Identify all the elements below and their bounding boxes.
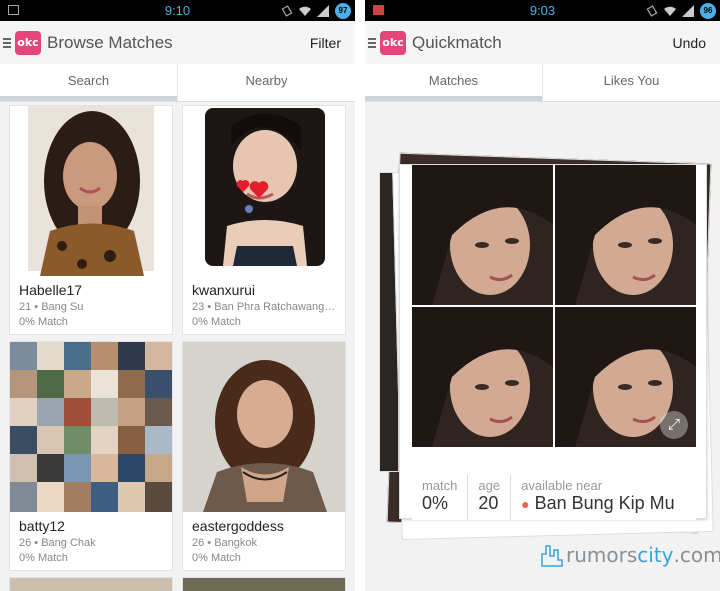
profile-photo-collage — [10, 342, 172, 512]
match-card[interactable] — [182, 577, 346, 591]
filter-button[interactable]: Filter — [310, 35, 341, 51]
expand-icon[interactable]: ⤢ — [660, 411, 688, 439]
profile-photo — [183, 106, 345, 276]
tab-nearby[interactable]: Nearby — [178, 64, 355, 101]
age-stat: age 20 — [468, 475, 512, 520]
page-title: Quickmatch — [412, 32, 502, 52]
signal-icon — [317, 5, 329, 17]
profile-photo — [412, 165, 553, 305]
browse-matches-screen: 9:10 97 okc Browse Matches Filter Search… — [0, 0, 355, 591]
profile-photo — [183, 342, 345, 512]
profile-photo: ⤢ — [555, 307, 696, 447]
match-percent: 0% Match — [192, 552, 241, 564]
city-icon — [541, 545, 563, 567]
location-pin-icon: ● — [521, 496, 530, 512]
match-value: 0% — [422, 493, 449, 513]
near-label: available near — [521, 478, 603, 493]
battery-icon: 97 — [335, 3, 351, 19]
menu-icon[interactable] — [368, 37, 376, 48]
quickmatch-card[interactable]: ⤢ match 0% age 20 available near ● Ban B… — [399, 164, 707, 520]
age-location: 26 • Bang Chak — [19, 537, 96, 549]
wifi-icon — [664, 6, 676, 16]
profile-photo — [10, 106, 172, 276]
status-bar: 9:03 96 — [365, 0, 720, 21]
near-value: Ban Bung Kip Mu — [534, 493, 675, 513]
location-stat: available near ● Ban Bung Kip Mu — [511, 475, 685, 520]
age-location: 23 • Ban Phra Ratchawang ... — [192, 301, 337, 313]
tab-matches[interactable]: Matches — [365, 64, 543, 101]
username: eastergoddess — [192, 518, 284, 534]
quickmatch-screen: 9:03 96 okc Quickmatch Undo Matches Like… — [365, 0, 720, 591]
watermark-text-b: city — [637, 543, 674, 567]
match-percent: 0% Match — [19, 316, 68, 328]
username: kwanxurui — [192, 282, 256, 298]
rotate-icon — [281, 5, 293, 17]
match-percent: 0% Match — [19, 552, 68, 564]
match-card[interactable]: batty12 26 • Bang Chak 0% Match — [9, 341, 173, 571]
undo-button[interactable]: Undo — [673, 35, 706, 51]
status-bar: 9:10 97 — [0, 0, 355, 21]
okc-logo[interactable]: okc — [380, 30, 406, 55]
tab-bar: Search Nearby — [0, 64, 355, 102]
match-card[interactable]: kwanxurui 23 • Ban Phra Ratchawang ... 0… — [182, 105, 346, 335]
app-bar: okc Browse Matches Filter — [0, 21, 355, 64]
quickmatch-card-stack: ⤢ match 0% age 20 available near ● Ban B… — [379, 152, 714, 541]
profile-photo-grid: ⤢ — [412, 165, 696, 447]
age-label: age — [478, 478, 501, 493]
watermark-text-a: rumors — [566, 543, 638, 567]
divider — [355, 0, 365, 591]
username: Habelle17 — [19, 282, 83, 298]
match-percent: 0% Match — [192, 316, 241, 328]
status-icons: 96 — [646, 3, 716, 19]
status-icons: 97 — [281, 3, 351, 19]
menu-icon[interactable] — [3, 37, 11, 48]
tab-search[interactable]: Search — [0, 64, 178, 101]
okc-logo[interactable]: okc — [15, 30, 41, 55]
watermark-text-c: .com — [673, 543, 720, 567]
page-title: Browse Matches — [47, 32, 173, 52]
watermark: rumors city .com — [540, 542, 720, 568]
profile-photo — [555, 165, 696, 305]
wifi-icon — [299, 6, 311, 16]
match-card[interactable]: Habelle17 21 • Bang Su 0% Match — [9, 105, 173, 335]
match-card[interactable]: eastergoddess 26 • Bangkok 0% Match — [182, 341, 346, 571]
quickmatch-stats: match 0% age 20 available near ● Ban Bun… — [412, 475, 696, 520]
app-bar: okc Quickmatch Undo — [365, 21, 720, 64]
tab-bar: Matches Likes You — [365, 64, 720, 102]
tab-likes-you[interactable]: Likes You — [543, 64, 720, 101]
age-value: 20 — [478, 493, 499, 513]
battery-icon: 96 — [700, 3, 716, 19]
match-stat: match 0% — [412, 475, 469, 520]
profile-photo — [412, 307, 553, 447]
username: batty12 — [19, 518, 65, 534]
age-location: 21 • Bang Su — [19, 301, 84, 313]
age-location: 26 • Bangkok — [192, 537, 258, 549]
rotate-icon — [646, 5, 658, 17]
match-card[interactable] — [9, 577, 173, 591]
screens: 9:10 97 okc Browse Matches Filter Search… — [0, 0, 720, 591]
match-label: match — [422, 478, 458, 493]
signal-icon — [682, 5, 694, 17]
